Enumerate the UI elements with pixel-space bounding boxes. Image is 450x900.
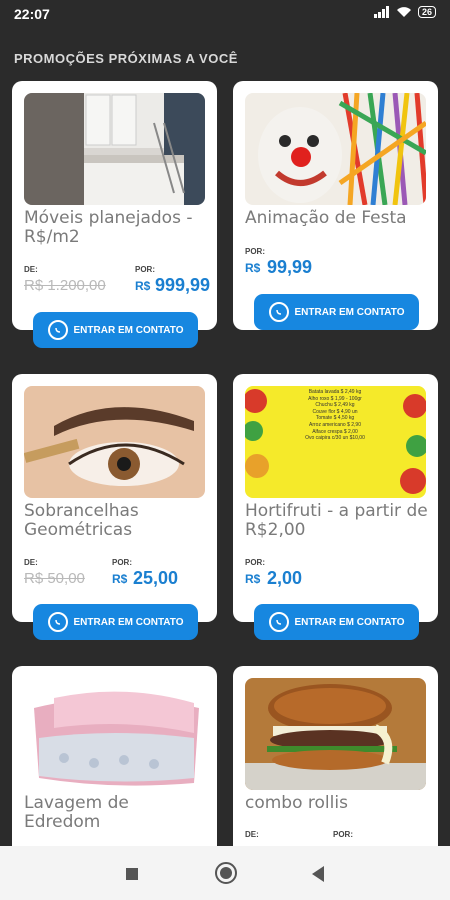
promo-title: Hortifruti - a partir de R$2,00: [245, 501, 428, 540]
de-label: DE:: [24, 558, 38, 567]
currency: R$: [112, 572, 128, 586]
old-price: R$ 50,00: [24, 570, 85, 587]
contact-button-label: ENTRAR EM CONTATO: [294, 616, 405, 628]
promo-card[interactable]: Lavagem de Edredom: [12, 666, 217, 866]
por-label: POR:: [333, 830, 353, 839]
currency: R$: [245, 572, 261, 586]
recent-apps-button[interactable]: [126, 868, 138, 880]
de-label: DE:: [245, 830, 259, 839]
whatsapp-icon: [268, 612, 289, 632]
contact-button-label: ENTRAR EM CONTATO: [294, 306, 405, 318]
contact-button-label: ENTRAR EM CONTATO: [73, 616, 184, 628]
de-label: DE:: [24, 265, 38, 274]
price: 2,00: [267, 568, 303, 588]
promo-image-produce: Batata lavada $ 2,49 kg Alho roxo $ 1,99…: [245, 386, 426, 498]
flyer-text: Batata lavada $ 2,49 kg Alho roxo $ 1,99…: [305, 389, 365, 442]
promo-image-duvet: [24, 678, 205, 790]
status-bar: 22:07 26: [0, 0, 450, 28]
status-time: 22:07: [14, 6, 50, 22]
price: 99,99: [267, 257, 313, 277]
promo-card[interactable]: combo rollis DE: POR:: [233, 666, 438, 866]
price: 25,00: [133, 568, 179, 588]
contact-button[interactable]: ENTRAR EM CONTATO: [33, 312, 198, 348]
price: 999,99: [155, 275, 211, 295]
promo-image-burger: [245, 678, 426, 790]
por-label: POR:: [112, 558, 132, 567]
whatsapp-icon: [268, 302, 289, 322]
signal-icon: [373, 6, 389, 18]
contact-button[interactable]: ENTRAR EM CONTATO: [33, 604, 198, 640]
status-icons: 26: [373, 6, 436, 18]
section-title: PROMOÇÕES PRÓXIMAS A VOCÊ: [14, 51, 238, 66]
old-price: R$ 1.200,00: [24, 277, 106, 294]
contact-button[interactable]: ENTRAR EM CONTATO: [254, 604, 419, 640]
promo-title: combo rollis: [245, 793, 348, 813]
por-label: POR:: [135, 265, 155, 274]
promo-card[interactable]: Sobrancelhas Geométricas DE: R$ 50,00 PO…: [12, 374, 217, 622]
por-label: POR:: [245, 558, 265, 567]
contact-button[interactable]: ENTRAR EM CONTATO: [254, 294, 419, 330]
promo-title: Sobrancelhas Geométricas: [24, 501, 139, 540]
whatsapp-icon: [47, 320, 68, 340]
home-button[interactable]: [215, 862, 237, 884]
promo-title: Animação de Festa: [245, 208, 407, 228]
promo-title: Lavagem de Edredom: [24, 793, 129, 832]
back-button[interactable]: [312, 866, 324, 882]
promo-image-eyebrow: [24, 386, 205, 498]
promo-card[interactable]: Animação de Festa POR: R$ 99,99: [233, 81, 438, 330]
promo-card[interactable]: Batata lavada $ 2,49 kg Alho roxo $ 1,99…: [233, 374, 438, 622]
contact-button-label: ENTRAR EM CONTATO: [73, 324, 184, 336]
por-label: POR:: [245, 247, 265, 256]
wifi-icon: [396, 7, 411, 17]
battery-icon: 26: [417, 6, 436, 18]
currency: R$: [135, 279, 151, 293]
promo-image-clown: [245, 93, 426, 205]
promo-image-furniture: [24, 93, 205, 205]
whatsapp-icon: [47, 612, 68, 632]
promo-title: Móveis planejados - R$/m2: [24, 208, 193, 247]
currency: R$: [245, 261, 261, 275]
promo-card[interactable]: Móveis planejados - R$/m2 DE: R$ 1.200,0…: [12, 81, 217, 330]
